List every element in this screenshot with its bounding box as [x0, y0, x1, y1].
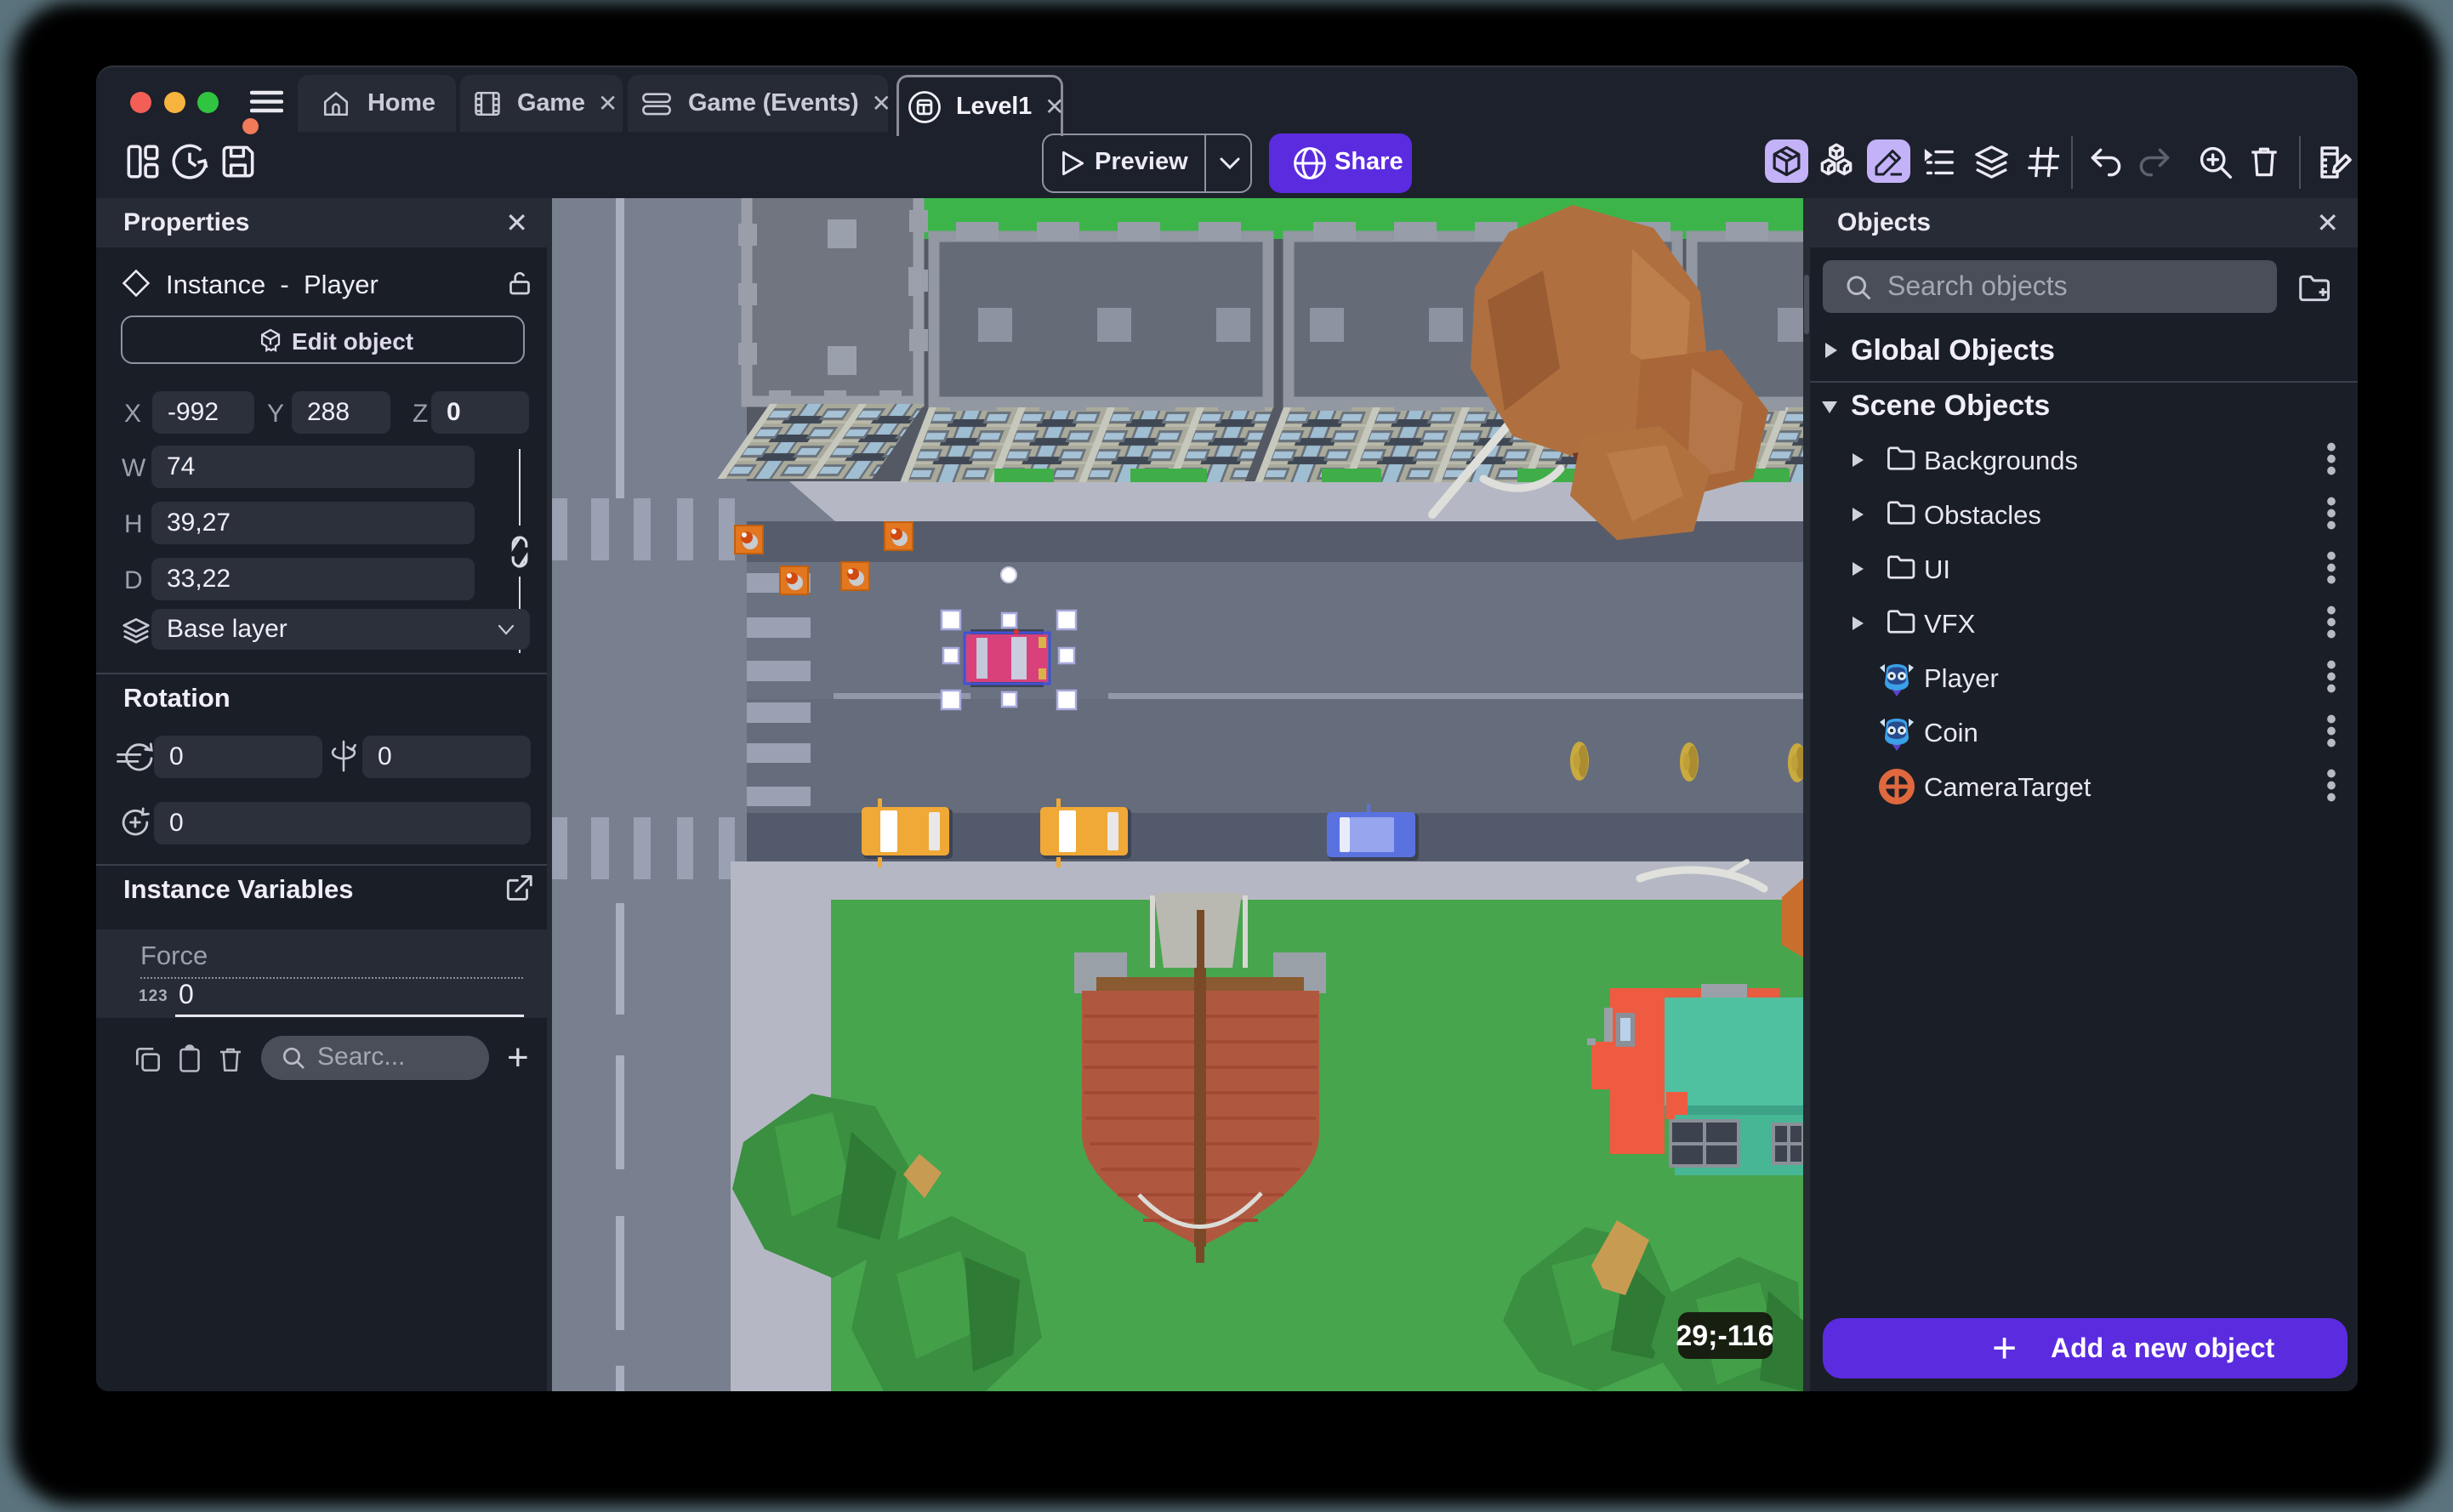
svg-text:29;-116: 29;-116 [1676, 1320, 1773, 1352]
